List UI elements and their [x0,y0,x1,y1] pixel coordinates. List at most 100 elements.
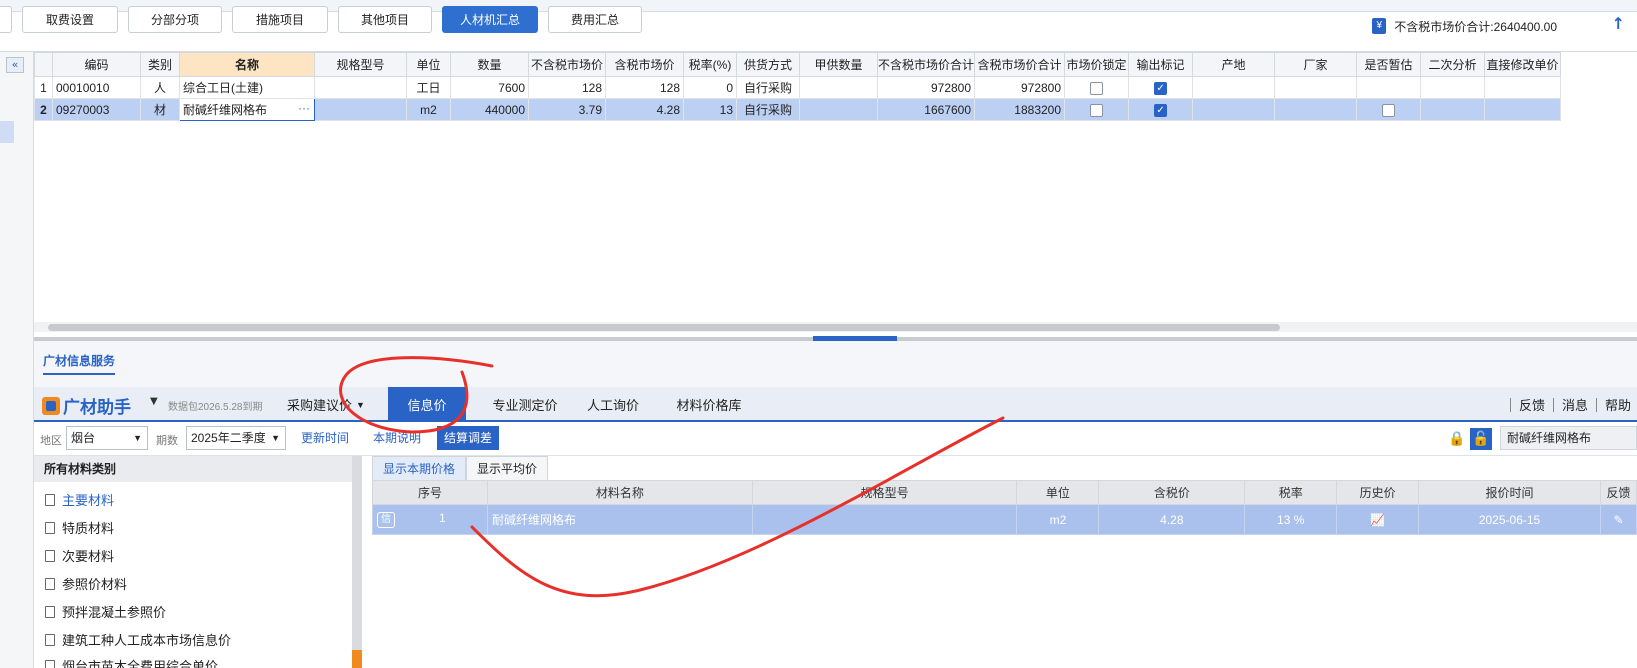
cell-qty[interactable]: 440000 [450,98,529,121]
table-row[interactable]: 信1 耐碱纤维网格布 m2 4.28 13 % 📈 2025-06-15 ✎ [372,504,1637,535]
col-header-tax-rate[interactable]: 税率(%) [683,52,737,77]
cost-summary-button[interactable]: 费用汇总 [548,6,642,33]
update-time-link[interactable]: 更新时间 [301,426,349,450]
horizontal-scroll-thumb[interactable] [48,324,1280,331]
category-item[interactable]: 参照价材料 [45,574,127,593]
tab-labor-inquiry[interactable]: 人工询价 [578,387,648,422]
cell-price-in-tax[interactable]: 128 [605,76,684,99]
col-header-total-ex-tax[interactable]: 不含税市场价合计 [876,52,976,77]
cell-qty[interactable]: 7600 [450,76,529,99]
col-header-supply[interactable]: 供货方式 [736,52,800,77]
col-header-unit[interactable]: 单位 [406,52,451,77]
period-note-link[interactable]: 本期说明 [373,426,421,450]
feedback-link[interactable]: 反馈 [1519,395,1545,414]
tab-current-price[interactable]: 显示本期价格 [372,456,467,480]
col-header-tax-rate[interactable]: 税率 [1244,480,1338,505]
labor-material-summary-button[interactable]: 人材机汇总 [442,6,538,33]
col-header-history-price[interactable]: 历史价 [1336,480,1420,505]
scroll-thumb[interactable] [352,650,362,668]
cell-price-ex-tax[interactable]: 128 [528,76,606,99]
cell-tax-rate[interactable]: 0 [683,76,737,99]
table-row[interactable]: 1 00010010 人 综合工日(土建) 工日 7600 128 128 0 … [34,76,1562,99]
tab-professional-price[interactable]: 专业测定价 [476,387,574,422]
category-item[interactable]: 主要材料 [45,490,114,509]
cell-name-editing[interactable]: 耐碱纤维网格布 ··· [179,98,315,121]
sub-items-button[interactable]: 分部分项 [128,6,222,33]
col-header-direct-edit-price[interactable]: 直接修改单价 [1484,52,1562,77]
col-header-origin[interactable]: 产地 [1192,52,1276,77]
cell-unit[interactable]: m2 [1016,504,1100,535]
fee-settings-button[interactable]: 取费设置 [22,6,118,33]
category-scrollbar[interactable] [352,456,362,668]
tab-material-price-library[interactable]: 材料价格库 [668,387,750,422]
provisional-checkbox[interactable] [1382,103,1396,117]
cell-provisional[interactable] [1356,76,1422,99]
col-header-price-in-tax[interactable]: 含税市场价 [605,52,684,77]
messages-link[interactable]: 消息 [1562,395,1588,414]
cell-type[interactable]: 材 [140,98,180,121]
cell-code[interactable]: 09270003 [52,98,141,121]
cell-spec[interactable] [751,504,1018,535]
cell-name[interactable]: 综合工日(土建) [179,76,315,99]
col-header-owner-qty[interactable]: 甲供数量 [799,52,878,77]
brand-dropdown-icon[interactable]: ▼ [150,396,158,407]
col-header-spec[interactable]: 规格型号 [751,480,1018,505]
help-link[interactable]: 帮助 [1605,395,1631,414]
line-chart-icon[interactable]: 📈 [1370,513,1385,527]
cell-price-in-tax[interactable]: 4.28 [1098,504,1246,535]
cell-supply[interactable]: 自行采购 [736,76,800,99]
col-header-provisional[interactable]: 是否暂估 [1356,52,1422,77]
col-header-quote-time[interactable]: 报价时间 [1418,480,1601,505]
arrow-up-icon[interactable]: ↑ [1612,14,1625,33]
col-header-price-in-tax[interactable]: 含税价 [1098,480,1246,505]
collapse-left-icon[interactable]: « [6,57,24,73]
edit-pencil-icon[interactable]: ✎ [1613,513,1623,527]
tab-guangcai-service[interactable]: 广材信息服务 [43,352,116,375]
col-header-total-in-tax[interactable]: 含税市场价合计 [974,52,1066,77]
col-header-type[interactable]: 类别 [140,52,180,77]
cell-tax-rate[interactable]: 13 [683,98,737,121]
price-lock-checkbox[interactable] [1090,81,1104,95]
col-header-feedback[interactable]: 反馈 [1599,480,1637,505]
col-header-qty[interactable]: 数量 [450,52,529,77]
cell-material-name[interactable]: 耐碱纤维网格布 [486,504,753,535]
other-items-button[interactable]: 其他项目 [338,6,432,33]
category-item[interactable]: 烟台市苗木全费用综合单价 [45,656,218,668]
lock-icon[interactable]: 🔒 [1446,428,1468,450]
output-flag-checkbox[interactable]: ✓ [1154,103,1168,117]
material-search-input[interactable]: 耐碱纤维网格布 [1500,426,1637,450]
cell-secondary-analysis[interactable] [1420,98,1486,121]
cell-quote-time[interactable]: 2025-06-15 [1418,504,1601,535]
cell-direct-edit-price[interactable] [1484,76,1562,99]
settle-adjust-button[interactable]: 结算调差 [437,426,500,450]
col-header-name[interactable]: 名称 [179,52,315,77]
unlock-icon[interactable]: 🔓 [1470,428,1492,450]
category-item[interactable]: 建筑工种人工成本市场信息价 [45,630,231,649]
cell-manufacturer[interactable] [1274,98,1358,121]
tab-average-price[interactable]: 显示平均价 [466,456,549,480]
measures-button[interactable]: 措施项目 [232,6,328,33]
cell-tax-rate[interactable]: 13 % [1244,504,1338,535]
col-header-secondary-analysis[interactable]: 二次分析 [1420,52,1486,77]
cell-unit[interactable]: 工日 [406,76,451,99]
col-header-manufacturer[interactable]: 厂家 [1274,52,1358,77]
cell-supply[interactable]: 自行采购 [736,98,800,121]
cell-spec[interactable] [314,76,407,99]
cell-type[interactable]: 人 [140,76,180,99]
col-header-price-ex-tax[interactable]: 不含税市场价 [528,52,606,77]
col-header-seq[interactable]: 序号 [372,480,488,505]
col-header-unit[interactable]: 单位 [1016,480,1100,505]
cell-spec[interactable] [314,98,407,121]
period-select[interactable]: 2025年二季度 ▼ [186,426,286,450]
col-header-spec[interactable]: 规格型号 [314,52,407,77]
more-icon[interactable]: ··· [298,101,310,115]
category-item[interactable]: 次要材料 [45,546,114,565]
price-lock-checkbox[interactable] [1090,103,1104,117]
cell-origin[interactable] [1192,76,1276,99]
col-header-output-flag[interactable]: 输出标记 [1128,52,1194,77]
cell-price-in-tax[interactable]: 4.28 [605,98,684,121]
col-header-material-name[interactable]: 材料名称 [486,480,753,505]
region-select[interactable]: 烟台 ▼ [66,426,148,450]
toolbar-button-clipped[interactable] [0,6,12,33]
cell-secondary-analysis[interactable] [1420,76,1486,99]
